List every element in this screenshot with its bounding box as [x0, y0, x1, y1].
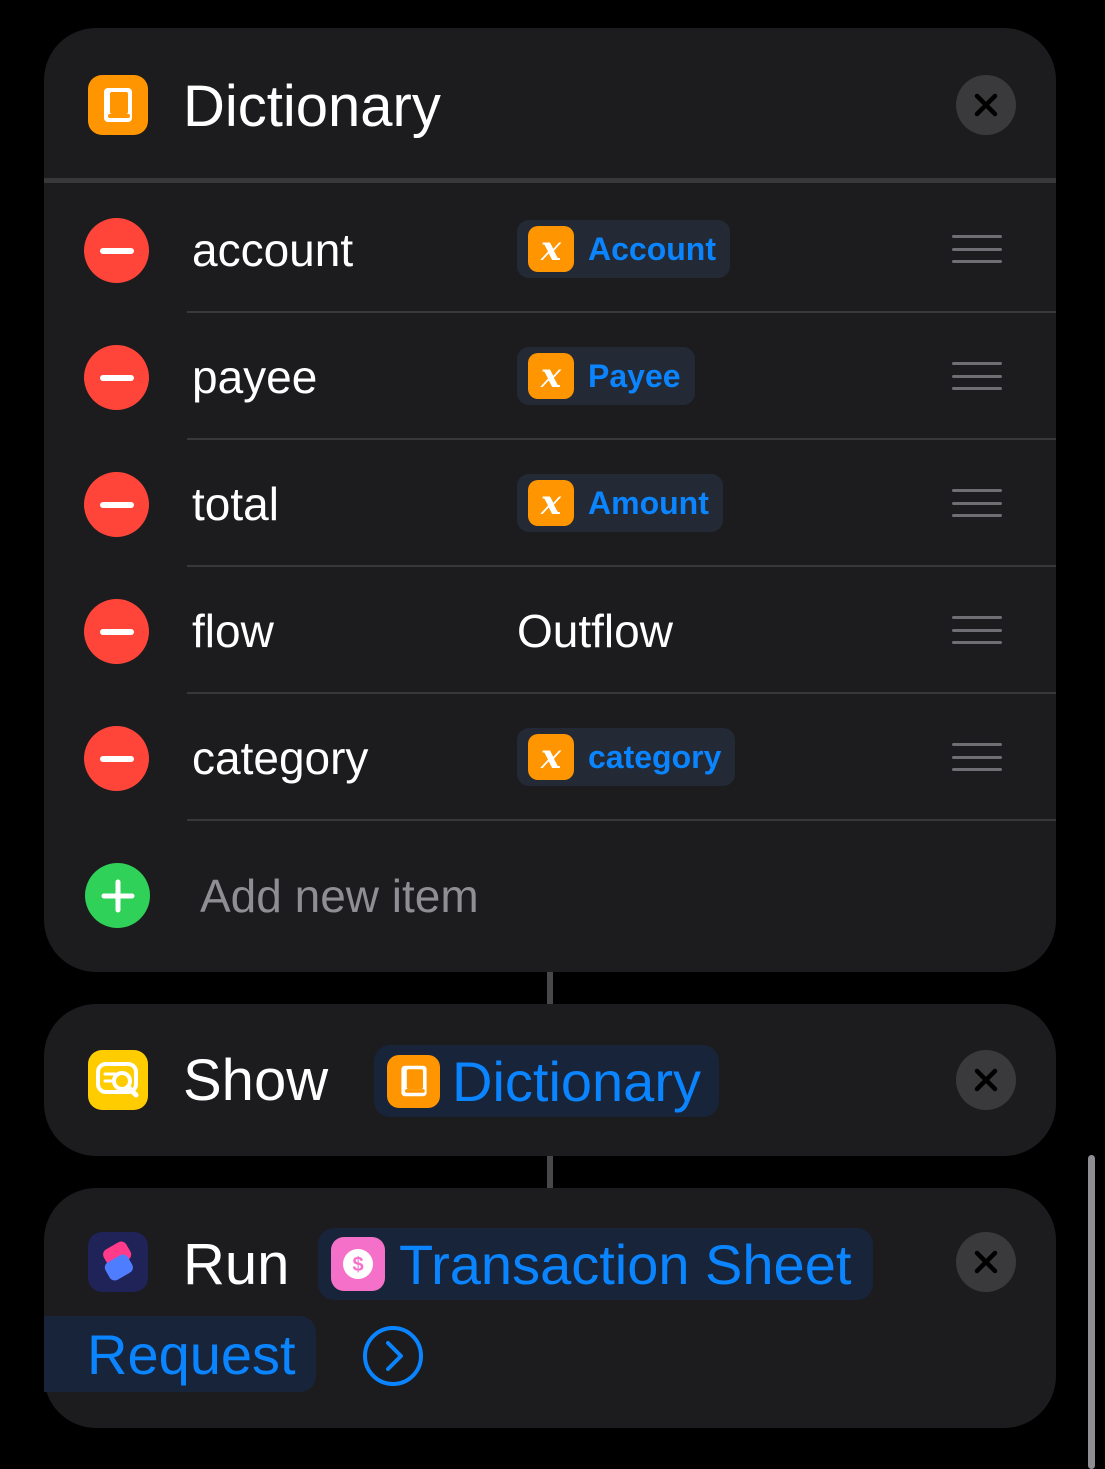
variable-token[interactable]: x Account — [517, 220, 730, 278]
variable-token[interactable]: x Amount — [517, 474, 723, 532]
variable-x-icon: x — [528, 226, 574, 272]
parameter-label: Dictionary — [452, 1049, 701, 1113]
vertical-scrollbar[interactable] — [1088, 1155, 1095, 1469]
minus-circle-icon[interactable] — [84, 726, 149, 791]
flow-connector — [547, 972, 553, 1004]
flow-connector — [547, 1156, 553, 1188]
dictionary-key[interactable]: category — [192, 731, 368, 785]
dictionary-value[interactable]: Outflow — [517, 604, 673, 658]
action-title: Dictionary — [183, 74, 441, 139]
variable-name: Amount — [588, 484, 709, 521]
variable-token[interactable]: x Payee — [517, 347, 695, 405]
variable-x-icon: x — [528, 353, 574, 399]
request-parameter-pill[interactable]: Request — [44, 1316, 316, 1392]
chevron-right-circle-icon[interactable] — [362, 1325, 424, 1387]
dictionary-row: flow Outflow — [44, 567, 1056, 694]
close-icon[interactable] — [956, 1232, 1016, 1292]
variable-name: Payee — [588, 357, 681, 394]
action-verb: Run — [183, 1232, 290, 1297]
dictionary-parameter-pill[interactable]: Dictionary — [374, 1045, 719, 1117]
variable-name: Account — [588, 230, 716, 267]
shortcut-parameter-pill[interactable]: $ Transaction Sheet — [318, 1228, 874, 1300]
minus-circle-icon[interactable] — [84, 218, 149, 283]
minus-circle-icon[interactable] — [84, 472, 149, 537]
shortcut-name: Transaction Sheet — [399, 1232, 852, 1296]
book-icon — [88, 75, 148, 135]
add-new-item-button[interactable]: Add new item — [200, 869, 479, 923]
quicklook-icon — [88, 1050, 148, 1110]
drag-handle-icon[interactable] — [952, 362, 1002, 390]
shortcuts-icon — [88, 1232, 148, 1292]
close-icon[interactable] — [956, 1050, 1016, 1110]
drag-handle-icon[interactable] — [952, 743, 1002, 771]
drag-handle-icon[interactable] — [952, 235, 1002, 263]
dictionary-row: account x Account — [44, 186, 1056, 313]
drag-handle-icon[interactable] — [952, 489, 1002, 517]
action-verb: Show — [183, 1048, 329, 1113]
variable-token[interactable]: x category — [517, 728, 736, 786]
show-action-card[interactable]: Show Dictionary — [44, 1004, 1056, 1156]
variable-name: category — [588, 738, 722, 775]
row-divider — [187, 819, 1056, 821]
header-divider — [44, 178, 1056, 183]
drag-handle-icon[interactable] — [952, 616, 1002, 644]
dictionary-row: category x category — [44, 694, 1056, 821]
book-icon — [387, 1054, 440, 1108]
plus-circle-icon[interactable] — [85, 863, 150, 928]
parameter-label: Request — [87, 1322, 296, 1386]
dictionary-key[interactable]: flow — [192, 604, 274, 658]
dictionary-key[interactable]: total — [192, 477, 279, 531]
minus-circle-icon[interactable] — [84, 599, 149, 664]
minus-circle-icon[interactable] — [84, 345, 149, 410]
dictionary-key[interactable]: payee — [192, 350, 317, 404]
dictionary-key[interactable]: account — [192, 223, 353, 277]
dictionary-action-card[interactable]: Dictionary account x Account payee x Pay… — [44, 28, 1056, 972]
variable-x-icon: x — [528, 480, 574, 526]
dollar-coin-icon: $ — [331, 1237, 385, 1291]
svg-text:$: $ — [352, 1254, 363, 1276]
close-icon[interactable] — [956, 75, 1016, 135]
dictionary-row: total x Amount — [44, 440, 1056, 567]
dictionary-row: payee x Payee — [44, 313, 1056, 440]
run-shortcut-action-card[interactable]: Run $ Transaction Sheet Request — [44, 1188, 1056, 1428]
variable-x-icon: x — [528, 734, 574, 780]
